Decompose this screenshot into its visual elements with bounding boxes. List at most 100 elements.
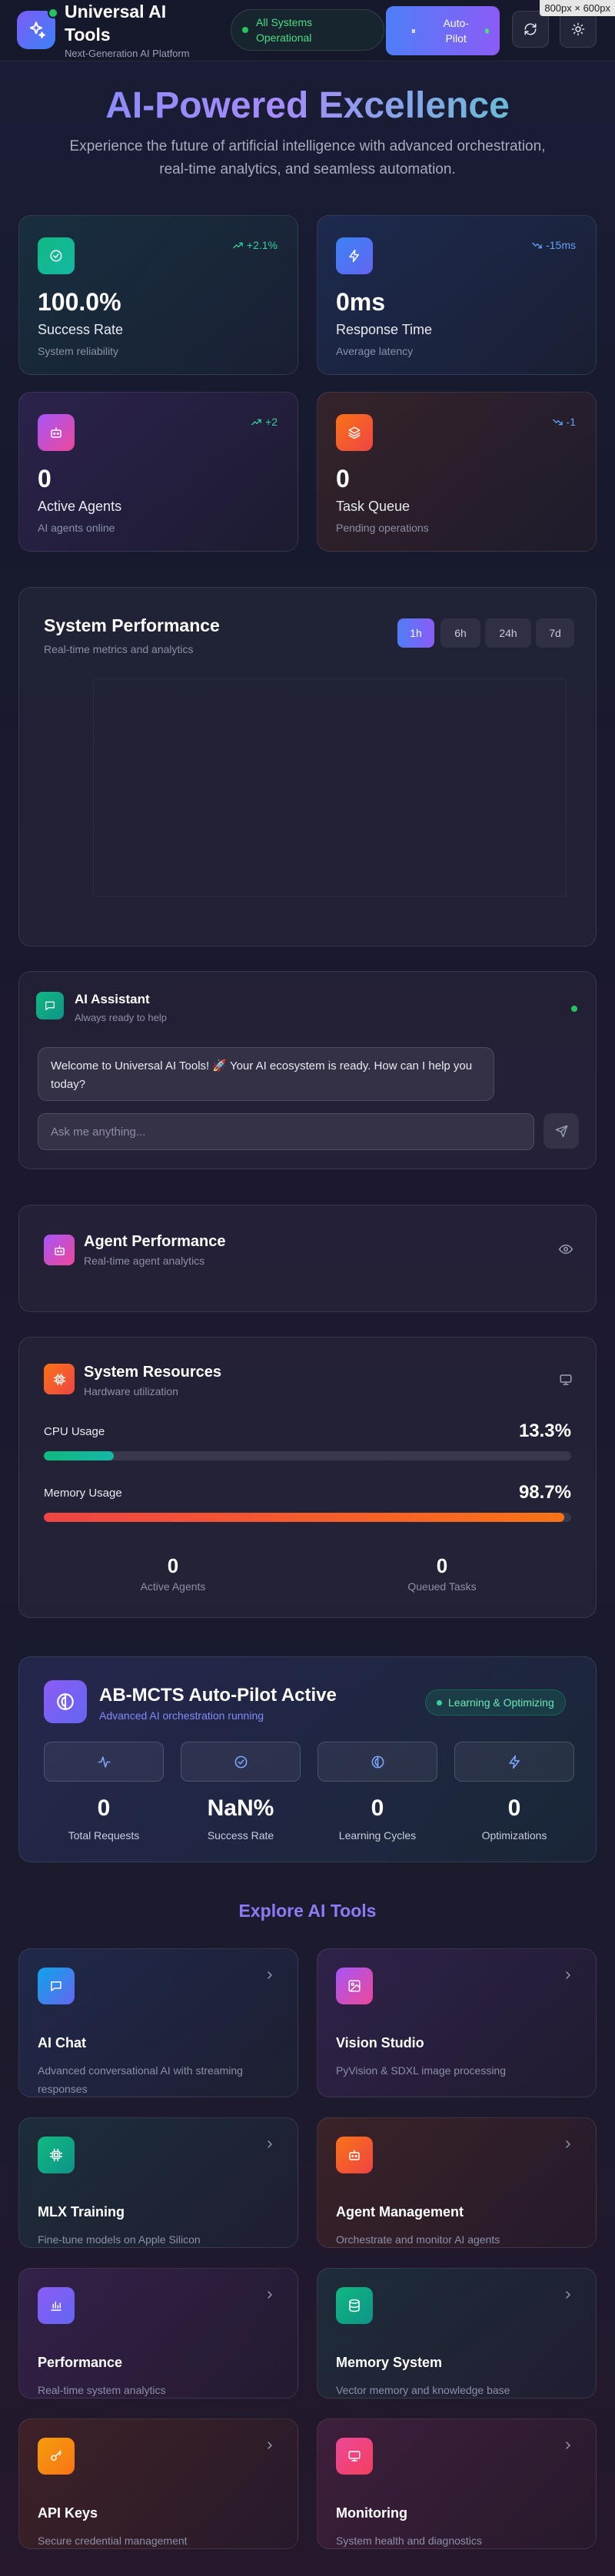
cpu-usage-bar bbox=[44, 1451, 571, 1460]
queued-tasks-label: Queued Tasks bbox=[407, 1580, 477, 1593]
metric-card-response-time[interactable]: -15ms 0ms Response Time Average latency bbox=[317, 215, 597, 375]
panel-subtitle: Hardware utilization bbox=[84, 1385, 178, 1397]
tool-description: Real-time system analytics bbox=[38, 2384, 166, 2396]
tool-card-agent-management[interactable]: Agent Management Orchestrate and monitor… bbox=[317, 2117, 597, 2248]
tool-description: Fine-tune models on Apple Silicon bbox=[38, 2233, 201, 2246]
pause-icon: ⏸ bbox=[411, 25, 416, 36]
app-title: Universal AI Tools bbox=[65, 2, 167, 45]
panel-title: Agent Performance bbox=[84, 1233, 226, 1250]
tool-title: AI Chat bbox=[38, 2035, 86, 2051]
trend-up-icon bbox=[233, 242, 243, 248]
tool-description: Secure credential management bbox=[38, 2535, 188, 2547]
refresh-button[interactable] bbox=[512, 11, 549, 48]
tool-card-ai-chat[interactable]: AI Chat Advanced conversational AI with … bbox=[18, 1948, 298, 2097]
metric-label: Success Rate bbox=[38, 322, 124, 337]
system-status-badge[interactable]: All Systems Operational bbox=[231, 9, 384, 51]
range-24h-button[interactable]: 24h bbox=[485, 618, 531, 648]
tool-card-memory-system[interactable]: Memory System Vector memory and knowledg… bbox=[317, 2268, 597, 2399]
performance-chart-area bbox=[93, 678, 567, 897]
database-icon bbox=[336, 2287, 373, 2324]
tool-card-api-keys[interactable]: API Keys Secure credential management bbox=[18, 2419, 298, 2549]
autopilot-title: AB-MCTS Auto-Pilot Active bbox=[99, 1685, 337, 1706]
hero-subtitle: Experience the future of artificial inte… bbox=[69, 138, 546, 177]
theme-toggle-button[interactable] bbox=[560, 11, 597, 48]
tool-description: Advanced conversational AI with streamin… bbox=[38, 2064, 243, 2095]
active-agents-count: 0 bbox=[167, 1554, 179, 1577]
learning-status-badge: Learning & Optimizing bbox=[425, 1689, 566, 1716]
layers-icon bbox=[336, 414, 373, 451]
brain-icon bbox=[44, 1680, 87, 1723]
tool-title: Memory System bbox=[336, 2355, 443, 2370]
metric-trend: -1 bbox=[552, 416, 576, 428]
view-toggle-button[interactable] bbox=[559, 1242, 573, 1256]
tool-title: MLX Training bbox=[38, 2204, 125, 2220]
range-7d-button[interactable]: 7d bbox=[536, 618, 574, 648]
metric-card-success-rate[interactable]: +2.1% 100.0% Success Rate System reliabi… bbox=[18, 215, 298, 375]
learning-cycles-value: 0 bbox=[371, 1795, 384, 1821]
metric-value: 0 bbox=[336, 465, 350, 492]
learning-status-text: Learning & Optimizing bbox=[448, 1696, 554, 1709]
system-resources-panel: System Resources Hardware utilization CP… bbox=[18, 1337, 597, 1618]
chevron-right-icon bbox=[562, 2138, 574, 2150]
success-rate-value: NaN% bbox=[207, 1795, 274, 1821]
tool-card-mlx-training[interactable]: MLX Training Fine-tune models on Apple S… bbox=[18, 2117, 298, 2248]
assistant-message: Welcome to Universal AI Tools! 🚀 Your AI… bbox=[38, 1047, 494, 1101]
cpu-icon bbox=[44, 1364, 75, 1394]
tool-card-vision-studio[interactable]: Vision Studio PyVision & SDXL image proc… bbox=[317, 1948, 597, 2097]
tool-card-performance[interactable]: Performance Real-time system analytics bbox=[18, 2268, 298, 2399]
metric-trend-value: -1 bbox=[566, 416, 576, 428]
trend-down-icon bbox=[552, 419, 563, 425]
metric-label: Active Agents bbox=[38, 499, 122, 514]
tool-title: Performance bbox=[38, 2355, 123, 2370]
system-status-text: All Systems Operational bbox=[256, 16, 313, 44]
tools-heading: Explore AI Tools bbox=[238, 1901, 377, 1921]
tool-card-monitoring[interactable]: Monitoring System health and diagnostics bbox=[317, 2419, 597, 2549]
tool-description: Vector memory and knowledge base bbox=[336, 2384, 510, 2396]
autopilot-subtitle: Advanced AI orchestration running bbox=[99, 1709, 264, 1722]
metric-value: 100.0% bbox=[38, 288, 121, 316]
key-icon bbox=[38, 2438, 75, 2475]
metric-value: 0 bbox=[38, 465, 52, 492]
autopilot-button[interactable]: ⏸ Auto-Pilot bbox=[386, 6, 500, 55]
memory-usage-bar bbox=[44, 1513, 571, 1522]
range-6h-button[interactable]: 6h bbox=[440, 618, 480, 648]
autopilot-status-dot bbox=[484, 28, 490, 34]
lightning-icon bbox=[454, 1742, 574, 1782]
metric-card-active-agents[interactable]: +2 0 Active Agents AI agents online bbox=[18, 392, 298, 552]
metric-description: Average latency bbox=[336, 345, 414, 357]
status-dot bbox=[242, 27, 248, 33]
queued-tasks-count: 0 bbox=[436, 1554, 448, 1577]
range-1h-button[interactable]: 1h bbox=[397, 618, 434, 648]
tool-description: Orchestrate and monitor AI agents bbox=[336, 2233, 500, 2246]
system-performance-panel: System Performance Real-time metrics and… bbox=[18, 587, 597, 947]
brain-icon bbox=[317, 1742, 437, 1782]
sparkles-icon bbox=[29, 22, 45, 38]
tool-description: System health and diagnostics bbox=[336, 2535, 482, 2547]
app-logo[interactable] bbox=[17, 8, 58, 49]
trend-up-icon bbox=[251, 419, 261, 425]
metric-label: Task Queue bbox=[336, 499, 411, 514]
metric-card-task-queue[interactable]: -1 0 Task Queue Pending operations bbox=[317, 392, 597, 552]
panel-title: System Performance bbox=[44, 615, 220, 635]
chevron-right-icon bbox=[264, 2289, 276, 2301]
metric-trend: +2.1% bbox=[232, 239, 278, 251]
tool-description: PyVision & SDXL image processing bbox=[336, 2064, 506, 2077]
assistant-title: AI Assistant bbox=[75, 992, 150, 1006]
assistant-online-dot bbox=[571, 1006, 577, 1012]
metric-trend-value: +2.1% bbox=[246, 239, 278, 251]
ai-assistant-panel: AI Assistant Always ready to help Welcom… bbox=[18, 971, 597, 1169]
panel-subtitle: Real-time agent analytics bbox=[84, 1255, 205, 1267]
app-header: Universal AI Tools Next-Generation AI Pl… bbox=[0, 0, 615, 61]
metric-trend: +2 bbox=[251, 416, 278, 428]
cpu-icon bbox=[38, 2137, 75, 2173]
check-circle-icon bbox=[38, 237, 75, 274]
chevron-right-icon bbox=[562, 1969, 574, 1981]
metric-label: Response Time bbox=[336, 322, 433, 337]
monitor-icon bbox=[559, 1373, 573, 1387]
cpu-usage-label: CPU Usage bbox=[44, 1425, 105, 1438]
send-button[interactable] bbox=[544, 1113, 579, 1149]
chevron-right-icon bbox=[264, 2138, 276, 2150]
chat-input[interactable] bbox=[38, 1113, 534, 1150]
cpu-usage-fill bbox=[44, 1451, 115, 1460]
total-requests-value: 0 bbox=[97, 1795, 111, 1821]
